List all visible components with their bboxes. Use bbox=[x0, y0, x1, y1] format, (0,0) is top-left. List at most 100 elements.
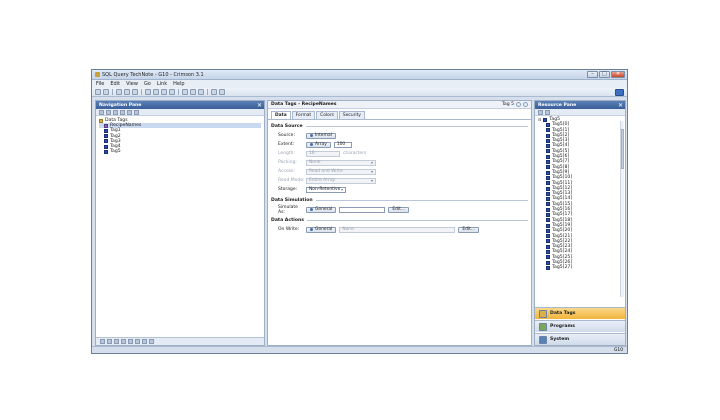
tag-icon bbox=[546, 265, 550, 270]
extent-row: Extent: Array 100 bbox=[268, 140, 531, 149]
copy-icon[interactable] bbox=[153, 89, 159, 95]
tag-icon bbox=[546, 149, 550, 154]
menu-link[interactable]: Link bbox=[157, 81, 167, 87]
resource-item[interactable]: Tag5[27] bbox=[538, 265, 622, 270]
tag-icon bbox=[546, 181, 550, 186]
status-text: G10 bbox=[614, 347, 623, 353]
close-navigation-icon[interactable]: ✕ bbox=[257, 102, 262, 109]
tag-icon bbox=[546, 260, 550, 265]
new-folder-icon[interactable] bbox=[106, 109, 111, 115]
window-title: SQL Query TechNote - G10 - Crimson 3.1 bbox=[102, 71, 204, 78]
extent-field[interactable]: 100 bbox=[333, 141, 352, 148]
tree-item-tag5[interactable]: Tag5 bbox=[99, 149, 261, 154]
length-field[interactable]: 16 bbox=[306, 150, 340, 157]
options-icon[interactable] bbox=[615, 88, 624, 96]
tag-icon bbox=[104, 149, 108, 154]
tag-icon bbox=[546, 239, 550, 244]
extent-mode-button[interactable]: Array bbox=[306, 141, 331, 148]
nav-tool-icon[interactable] bbox=[142, 339, 147, 344]
tag-icon bbox=[543, 117, 548, 122]
simulate-field[interactable] bbox=[339, 206, 386, 213]
paste-icon[interactable] bbox=[161, 89, 167, 95]
readmode-select[interactable]: Entire Array ▾ bbox=[306, 177, 376, 184]
tab-format[interactable]: Format bbox=[291, 111, 316, 119]
new-tag-icon[interactable] bbox=[99, 109, 104, 115]
delete-tag-icon[interactable] bbox=[120, 109, 125, 115]
resource-tool-icon[interactable] bbox=[538, 109, 543, 115]
scrollbar-thumb[interactable] bbox=[621, 129, 624, 169]
send-icon[interactable] bbox=[211, 89, 217, 95]
resource-scrollbar[interactable] bbox=[620, 121, 624, 297]
link-icon[interactable] bbox=[219, 89, 225, 95]
chevron-down-icon: ▾ bbox=[340, 187, 343, 192]
tab-security[interactable]: Security bbox=[338, 111, 365, 119]
menu-file[interactable]: File bbox=[96, 81, 104, 87]
nav-tool-icon[interactable] bbox=[107, 339, 112, 344]
nav-tool-icon[interactable] bbox=[121, 339, 126, 344]
tag-icon bbox=[546, 154, 550, 159]
data-tags-button[interactable]: Data Tags bbox=[535, 307, 625, 319]
menu-bar: File Edit View Go Link Help bbox=[92, 80, 627, 88]
data-tags-icon bbox=[539, 309, 547, 318]
toolbar bbox=[92, 88, 627, 97]
close-button[interactable]: ✕ bbox=[611, 71, 625, 78]
new-icon[interactable] bbox=[116, 89, 122, 95]
tab-data[interactable]: Data bbox=[271, 111, 291, 119]
minimize-button[interactable]: – bbox=[587, 71, 598, 78]
back-circle-icon[interactable] bbox=[516, 102, 521, 107]
access-select[interactable]: Read and Write ▾ bbox=[306, 168, 376, 175]
system-button[interactable]: System bbox=[535, 333, 625, 345]
source-button[interactable]: Internal bbox=[306, 132, 336, 139]
move-up-icon[interactable] bbox=[127, 109, 132, 115]
find-icon[interactable] bbox=[198, 89, 204, 95]
delete-icon[interactable] bbox=[169, 89, 175, 95]
forward-circle-icon[interactable] bbox=[523, 102, 528, 107]
open-icon[interactable] bbox=[124, 89, 130, 95]
onwrite-edit-button[interactable]: Edit... bbox=[458, 226, 480, 233]
back-icon[interactable] bbox=[95, 89, 101, 95]
tag-icon bbox=[104, 129, 108, 133]
resource-tree: ⊟ Tag5 Tag5[0] Tag5[1] Tag5[2] Tag5[3] Tag5[… bbox=[535, 116, 625, 273]
resource-toolbar bbox=[535, 109, 625, 116]
redo-icon[interactable] bbox=[190, 89, 196, 95]
packing-select[interactable]: None ▾ bbox=[306, 159, 376, 166]
editor-tabs: Data Format Colors Security bbox=[268, 109, 531, 120]
save-icon[interactable] bbox=[132, 89, 138, 95]
tag-icon bbox=[546, 138, 550, 143]
storage-select[interactable]: Non-Retentive ▾ bbox=[306, 186, 346, 193]
storage-row: Storage: Non-Retentive ▾ bbox=[268, 185, 531, 194]
simulate-mode-button[interactable]: General bbox=[306, 206, 337, 213]
tag-icon bbox=[546, 218, 550, 223]
undo-icon[interactable] bbox=[182, 89, 188, 95]
resource-tool-icon[interactable] bbox=[545, 109, 550, 115]
folder-icon bbox=[99, 118, 103, 123]
programs-button[interactable]: Programs bbox=[535, 320, 625, 332]
navigation-pane-header: Navigation Pane ✕ bbox=[96, 101, 264, 109]
tag-icon bbox=[546, 234, 550, 239]
tag-icon bbox=[104, 144, 108, 149]
nav-tool-icon[interactable] bbox=[114, 339, 119, 344]
maximize-button[interactable]: □ bbox=[599, 71, 610, 78]
move-down-icon[interactable] bbox=[134, 109, 139, 115]
programs-icon bbox=[539, 322, 547, 331]
rename-icon[interactable] bbox=[113, 109, 118, 115]
menu-help[interactable]: Help bbox=[173, 81, 184, 87]
menu-view[interactable]: View bbox=[126, 81, 138, 87]
tab-colors[interactable]: Colors bbox=[316, 111, 338, 119]
tag-icon bbox=[546, 212, 550, 217]
nav-tool-icon[interactable] bbox=[128, 339, 133, 344]
nav-tool-icon[interactable] bbox=[149, 339, 154, 344]
chevron-down-icon: ▾ bbox=[370, 169, 373, 174]
nav-tool-icon[interactable] bbox=[100, 339, 105, 344]
onwrite-field[interactable]: None bbox=[339, 226, 456, 233]
onwrite-mode-button[interactable]: General bbox=[306, 226, 337, 233]
app-window: SQL Query TechNote - G10 - Crimson 3.1 –… bbox=[91, 69, 628, 354]
simulate-edit-button[interactable]: Edit... bbox=[388, 206, 410, 213]
menu-edit[interactable]: Edit bbox=[110, 81, 120, 87]
tag-icon bbox=[546, 223, 550, 228]
close-resource-icon[interactable]: ✕ bbox=[618, 102, 623, 109]
forward-icon[interactable] bbox=[103, 89, 109, 95]
nav-tool-icon[interactable] bbox=[135, 339, 140, 344]
menu-go[interactable]: Go bbox=[144, 81, 151, 87]
cut-icon[interactable] bbox=[145, 89, 151, 95]
